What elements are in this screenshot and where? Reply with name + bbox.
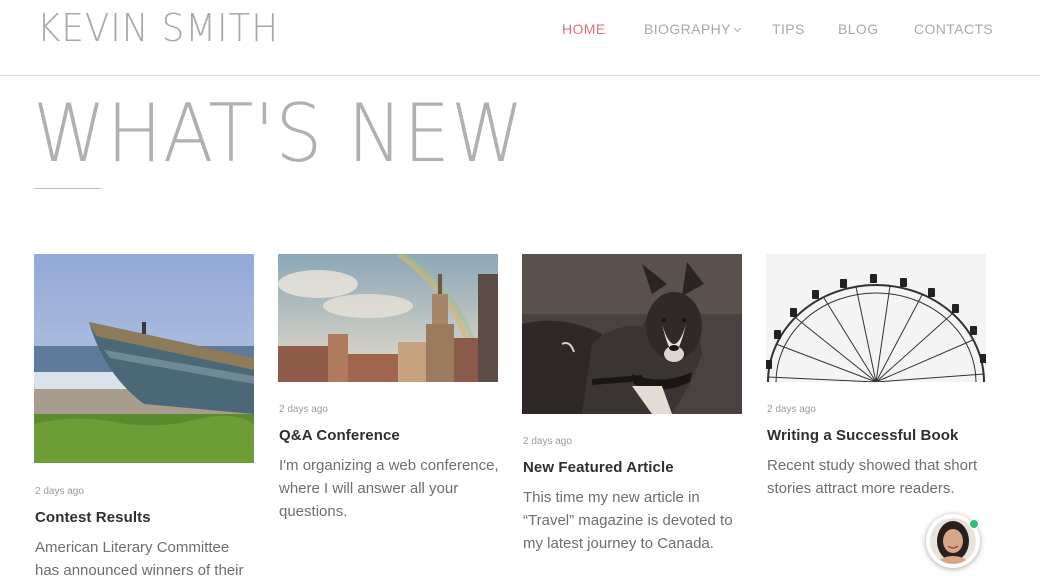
- post-excerpt: American Literary Committee has announce…: [35, 539, 244, 576]
- nav-home[interactable]: HOME: [562, 20, 606, 38]
- chevron-down-icon: [733, 24, 741, 33]
- title-divider: [34, 188, 101, 189]
- site-logo[interactable]: KEVIN SMITH: [37, 8, 279, 48]
- post-card-qa-conference: 2 days ago Q&A Conference I'm organizing…: [278, 254, 499, 523]
- post-title[interactable]: New Featured Article: [523, 458, 742, 478]
- post-card-writing-successful-book: 2 days ago Writing a Successful Book Rec…: [766, 254, 986, 500]
- city-skyline-rainbow-photo[interactable]: [278, 254, 498, 382]
- nav-biography[interactable]: BIOGRAPHY: [644, 20, 741, 38]
- post-title[interactable]: Writing a Successful Book: [767, 426, 986, 446]
- post-card-contest-results: 2 days ago Contest Results American Lite…: [34, 254, 254, 576]
- online-status-indicator: [969, 519, 979, 529]
- husky-dog-photo[interactable]: [522, 254, 742, 414]
- post-date: 2 days ago: [279, 404, 328, 415]
- post-excerpt: This time my new article in “Travel” mag…: [523, 489, 733, 552]
- post-title[interactable]: Q&A Conference: [279, 426, 498, 446]
- page-title: WHAT'S NEW: [33, 87, 525, 180]
- post-date: 2 days ago: [767, 404, 816, 415]
- post-excerpt: Recent study showed that short stories a…: [767, 457, 978, 497]
- site-header: KEVIN SMITH HOME BIOGRAPHY TIPS BLOG CON…: [0, 0, 1040, 76]
- post-excerpt: I'm organizing a web conference, where I…: [279, 457, 499, 520]
- nav-contacts[interactable]: CONTACTS: [914, 20, 993, 38]
- nav-tips[interactable]: TIPS: [772, 20, 805, 38]
- post-title[interactable]: Contest Results: [35, 508, 254, 528]
- ferris-wheel-photo[interactable]: [766, 254, 986, 382]
- post-card-new-featured-article: 2 days ago New Featured Article This tim…: [522, 254, 742, 555]
- nav-biography-label: BIOGRAPHY: [644, 21, 731, 37]
- post-date: 2 days ago: [523, 436, 572, 447]
- boat-on-beach-photo[interactable]: [34, 254, 254, 463]
- nav-blog[interactable]: BLOG: [838, 20, 879, 38]
- post-date: 2 days ago: [35, 486, 84, 497]
